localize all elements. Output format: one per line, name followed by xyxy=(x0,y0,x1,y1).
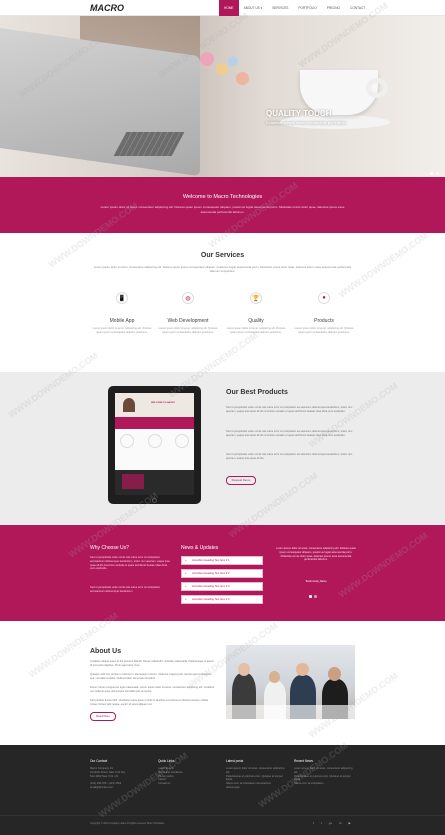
bokeh-light xyxy=(200,52,214,66)
tablet-screen-band xyxy=(115,417,194,429)
twitter-icon[interactable]: t xyxy=(321,821,322,825)
about-paragraph: Sed porttitor lectus nibh. Vestibulum an… xyxy=(90,699,208,706)
testimonial-dot[interactable] xyxy=(309,595,312,598)
service-text: Lorem ipsum dolor sit amet, adipiscing e… xyxy=(92,327,152,334)
linkedin-icon[interactable]: in xyxy=(339,821,341,825)
news-item-label: Accordion Heading Text Item # 2 xyxy=(192,572,230,575)
footer-column-title: Latest posts xyxy=(226,759,244,763)
footer-link[interactable]: Contact us xyxy=(158,782,208,786)
service-text: Lorem ipsum dolor sit amet, adipiscing e… xyxy=(158,327,218,334)
plus-icon: + xyxy=(185,559,187,562)
tablet-heading: WELCOME TO MACRO xyxy=(151,402,175,404)
products-paragraph: Sed ut perspiciatis unde omnis iste natu… xyxy=(226,453,353,460)
welcome-title: Welcome to Macro Technologies xyxy=(182,194,263,200)
plus-icon: + xyxy=(185,572,187,575)
news-accordion-item[interactable]: + Accordion Heading Text Item # 3 xyxy=(181,582,263,591)
news-item-label: Accordion Heading Text Item # 3 xyxy=(192,585,230,588)
request-demo-button[interactable]: Request Demo xyxy=(226,476,256,485)
slider-dot[interactable] xyxy=(430,172,433,175)
footer-column-title: Our Contact xyxy=(90,759,108,763)
hero-title: QUALITY TOUCH xyxy=(266,109,332,118)
service-card-mobile-app: 📱 Mobile App Lorem ipsum dolor sit amet,… xyxy=(92,292,152,334)
service-title: Web Development xyxy=(167,318,209,324)
testimonial-author: Testimonial_Name xyxy=(305,580,327,583)
footer-news-link[interactable]: Natus error sit voluptatem. xyxy=(294,782,354,786)
news-accordion-item[interactable]: + Accordion Heading Text Item # 1 xyxy=(181,556,263,565)
site-footer xyxy=(0,745,445,835)
google-plus-icon[interactable]: g+ xyxy=(329,821,332,825)
nav-item-portfolio[interactable]: Portfolio xyxy=(293,0,321,16)
products-title: Our Best Products xyxy=(226,389,288,396)
service-title: Products xyxy=(314,318,334,324)
nav-item-home[interactable]: Home xyxy=(219,0,239,16)
services-intro: Lorem ipsum dolor sit amet, consectetur … xyxy=(93,265,352,273)
service-card-products: ● Products Lorem ipsum dolor sit amet, a… xyxy=(294,292,354,334)
service-title: Quality xyxy=(248,318,264,324)
nav-item-services[interactable]: Services xyxy=(267,0,293,16)
site-logo[interactable]: MACRO xyxy=(90,3,124,13)
box-icon: ● xyxy=(318,292,330,304)
why-paragraph: Sed ut perspiciatis unde omnis iste natu… xyxy=(90,556,170,571)
slider-dot[interactable] xyxy=(436,172,439,175)
bokeh-light xyxy=(236,72,249,85)
globe-icon: ◍ xyxy=(182,292,194,304)
nav-item-pricing[interactable]: Pricing xyxy=(322,0,345,16)
social-links: f t g+ in ▶ xyxy=(313,821,351,825)
news-accordion-item[interactable]: + Accordion Heading Text Item # 2 xyxy=(181,569,263,578)
youtube-icon[interactable]: ▶ xyxy=(348,821,350,825)
team-photo xyxy=(226,645,355,719)
testimonial-dot[interactable] xyxy=(314,595,317,598)
service-card-quality: 🏆 Quality Lorem ipsum dolor sit amet, ad… xyxy=(226,292,286,334)
about-title: About Us xyxy=(90,648,122,655)
hero-cup-handle xyxy=(366,78,388,98)
read-more-button[interactable]: Read More xyxy=(90,712,116,721)
plus-icon: + xyxy=(185,585,187,588)
tablet-screen-thumbnail xyxy=(122,474,144,489)
about-paragraph: Donec rutrum congue leo eget malesuada. … xyxy=(90,686,215,693)
service-text: Lorem ipsum dolor sit amet, adipiscing e… xyxy=(294,327,354,334)
trophy-icon: 🏆 xyxy=(250,292,262,304)
tablet-screen-columns xyxy=(120,434,189,452)
service-title: Mobile App xyxy=(109,318,135,324)
news-accordion-item[interactable]: + Accordion Heading Text Item # 4 xyxy=(181,595,263,604)
bokeh-light xyxy=(216,63,228,75)
news-item-label: Accordion Heading Text Item # 4 xyxy=(192,598,230,601)
plus-icon: + xyxy=(185,598,187,601)
testimonial-quote: Lorem ipsum dolor sit amet, consectetur … xyxy=(276,547,357,562)
bokeh-light xyxy=(228,56,238,66)
facebook-icon[interactable]: f xyxy=(313,821,314,825)
news-title: News & Updates xyxy=(181,545,219,551)
why-title: Why Choose Us? xyxy=(90,545,129,551)
mobile-icon: 📱 xyxy=(116,292,128,304)
footer-divider xyxy=(0,815,445,816)
products-paragraph: Sed ut perspiciatis unde omnis iste natu… xyxy=(226,406,353,413)
footer-post-link[interactable]: Lorem ipsum dolor sit amet, consectetur … xyxy=(226,767,286,775)
about-paragraph: Curabitur aliquet quam id dui posuere bl… xyxy=(90,660,214,667)
copyright-text: Copyright © 2014 Company name All rights… xyxy=(90,822,165,825)
hero-subtitle: Doloribus weeds nimus temporibus perferq… xyxy=(266,121,347,125)
service-card-web-development: ◍ Web Development Lorem ipsum dolor sit … xyxy=(158,292,218,334)
why-paragraph: Sed ut perspiciatis unde omnis iste natu… xyxy=(90,586,161,593)
tablet-screen-hero: WELCOME TO MACRO xyxy=(115,393,194,417)
news-item-label: Accordion Heading Text Item # 1 xyxy=(192,559,230,562)
